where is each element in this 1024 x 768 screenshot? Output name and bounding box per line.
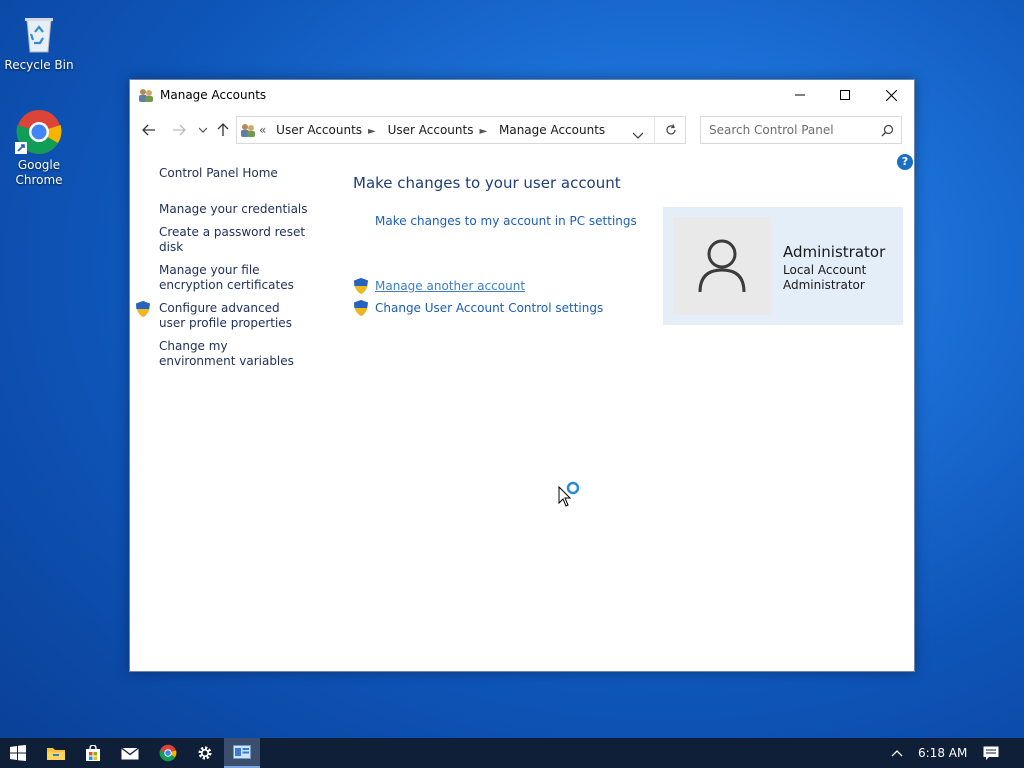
left-nav: Control Panel Home Manage your credentia…	[136, 166, 329, 369]
uac-settings-link[interactable]: Change User Account Control settings	[375, 301, 603, 315]
chevron-down-icon	[632, 132, 644, 139]
search-box[interactable]	[700, 116, 902, 144]
main-content: Make changes to your user account	[353, 174, 621, 192]
close-button[interactable]	[868, 80, 914, 110]
breadcrumb-item[interactable]: User Accounts	[276, 123, 362, 137]
control-panel-icon	[233, 745, 251, 759]
account-type: Local Account Administrator	[783, 263, 866, 293]
back-arrow-icon	[142, 124, 155, 136]
desktop-icon-chrome[interactable]: Google Chrome	[1, 108, 77, 188]
manage-another-account-link[interactable]: Manage another account	[375, 279, 525, 293]
uac-shield-icon	[354, 300, 368, 316]
avatar	[673, 217, 771, 315]
chevron-up-icon	[891, 750, 903, 757]
chrome-icon	[159, 744, 177, 762]
recent-locations-button[interactable]	[194, 122, 212, 138]
taskbar: 6:18 AM	[0, 738, 1024, 768]
up-button[interactable]	[214, 122, 232, 138]
taskbar-store[interactable]	[75, 738, 111, 768]
uac-shield-icon	[354, 278, 368, 294]
manage-accounts-window: Manage Accounts « User Accounts ► User A…	[129, 79, 915, 672]
breadcrumb-item[interactable]: Manage Accounts	[499, 123, 605, 137]
desktop-icon-label: Recycle Bin	[4, 58, 74, 72]
help-button[interactable]: ?	[897, 154, 913, 170]
title-bar[interactable]: Manage Accounts	[130, 80, 914, 110]
breadcrumb: « User Accounts ► User Accounts ► Manage A…	[259, 123, 611, 137]
nav-link-manage-credentials[interactable]: Manage your credentials	[159, 202, 329, 217]
uac-shield-icon	[136, 301, 150, 317]
search-icon[interactable]	[881, 124, 894, 140]
taskbar-chrome[interactable]	[150, 738, 186, 768]
desktop-icon-label: Google Chrome	[15, 158, 63, 187]
busy-cursor-icon	[558, 481, 582, 510]
chrome-icon	[15, 108, 63, 156]
account-card: Administrator Local Account Administrato…	[663, 207, 903, 325]
store-icon	[86, 745, 100, 761]
up-arrow-icon	[217, 123, 229, 136]
breadcrumb-item[interactable]: User Accounts	[388, 123, 474, 137]
taskbar-clock[interactable]: 6:18 AM	[918, 746, 967, 760]
taskbar-file-explorer[interactable]	[38, 738, 74, 768]
nav-link-file-encryption[interactable]: Manage your file encryption certificates	[159, 263, 314, 293]
recycle-bin-icon	[15, 8, 63, 56]
taskbar-mail[interactable]	[112, 738, 148, 768]
maximize-button[interactable]	[822, 80, 868, 110]
taskbar-settings[interactable]	[187, 738, 223, 768]
forward-button[interactable]	[170, 122, 188, 138]
account-name: Administrator	[783, 243, 886, 261]
close-icon	[885, 89, 897, 101]
address-dropdown-button[interactable]	[632, 128, 644, 142]
refresh-icon	[666, 124, 676, 135]
user-accounts-icon	[240, 122, 256, 141]
address-bar[interactable]: « User Accounts ► User Accounts ► Manage A…	[236, 116, 686, 144]
account-role-line: Administrator	[783, 278, 865, 292]
search-input[interactable]	[709, 123, 874, 137]
show-hidden-icons-button[interactable]	[880, 738, 914, 768]
back-button[interactable]	[140, 122, 158, 138]
address-toolbar: « User Accounts ► User Accounts ► Manage A…	[130, 115, 914, 145]
notification-icon	[983, 746, 999, 760]
maximize-icon	[840, 90, 850, 100]
nav-link-password-reset-disk[interactable]: Create a password reset disk	[159, 225, 329, 255]
desktop-icon-recycle-bin[interactable]: Recycle Bin	[1, 8, 77, 73]
minimize-button[interactable]	[777, 80, 823, 110]
forward-arrow-icon	[173, 124, 186, 136]
taskbar-control-panel[interactable]	[224, 738, 260, 768]
file-explorer-icon	[47, 748, 65, 760]
breadcrumb-overflow[interactable]: «	[259, 123, 266, 137]
divider	[654, 117, 655, 143]
user-silhouette-icon	[698, 239, 746, 293]
chevron-down-icon	[199, 127, 207, 133]
account-type-line: Local Account	[783, 263, 867, 277]
refresh-button[interactable]	[665, 124, 677, 139]
mail-icon	[121, 747, 139, 760]
nav-link-profile-properties[interactable]: Configure advanced user profile properti…	[159, 301, 309, 331]
window-title: Manage Accounts	[160, 88, 267, 102]
settings-icon	[198, 746, 212, 760]
minimize-icon	[795, 94, 805, 96]
page-title: Make changes to your user account	[353, 174, 621, 192]
nav-item-profile-properties: Configure advanced user profile properti…	[136, 301, 329, 331]
breadcrumb-separator-icon[interactable]: ►	[368, 126, 376, 137]
breadcrumb-separator-icon[interactable]: ►	[479, 126, 487, 137]
start-icon	[10, 745, 26, 761]
user-accounts-icon	[138, 87, 154, 103]
start-button[interactable]	[0, 738, 36, 768]
nav-link-environment-variables[interactable]: Change my environment variables	[159, 339, 299, 369]
control-panel-home-link[interactable]: Control Panel Home	[159, 166, 329, 181]
pc-settings-link[interactable]: Make changes to my account in PC setting…	[375, 214, 637, 228]
action-center-button[interactable]	[974, 738, 1008, 768]
